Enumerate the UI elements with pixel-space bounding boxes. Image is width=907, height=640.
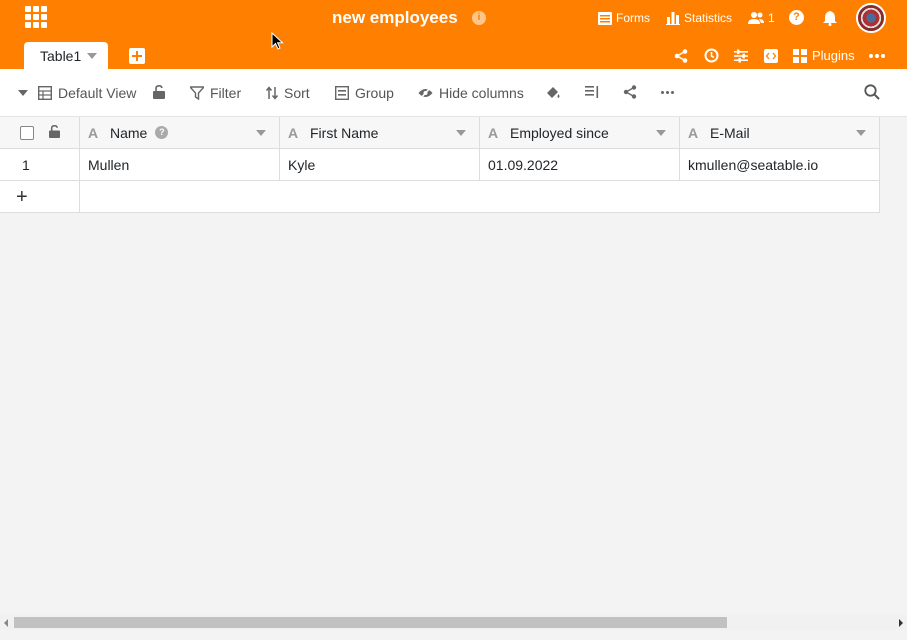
view-toolbar: Default View Filter Sort Group Hide colu…: [0, 69, 907, 117]
chevron-down-icon[interactable]: [856, 130, 866, 136]
add-row[interactable]: +: [0, 181, 880, 213]
data-grid: A Name ? A First Name A Employed since A…: [0, 117, 880, 213]
help-icon[interactable]: ?: [789, 10, 804, 25]
scrollbar-thumb[interactable]: [14, 617, 727, 628]
mouse-cursor-icon: [271, 32, 284, 50]
user-avatar[interactable]: [856, 3, 886, 33]
users-icon: [748, 12, 764, 24]
eye-slash-icon: [418, 86, 433, 100]
settings-sliders-icon[interactable]: [734, 49, 748, 63]
plugins-button[interactable]: Plugins: [793, 48, 855, 63]
row-height-icon[interactable]: [585, 85, 599, 99]
column-header-label: E-Mail: [710, 124, 750, 141]
bar-chart-icon: [666, 12, 680, 25]
filter-button[interactable]: Filter: [190, 85, 241, 101]
select-all-checkbox[interactable]: [20, 126, 34, 140]
column-header-first-name[interactable]: A First Name: [280, 117, 480, 148]
apps-grid-icon[interactable]: [25, 6, 47, 28]
chevron-down-icon[interactable]: [256, 130, 266, 136]
help-icon[interactable]: ?: [155, 126, 169, 139]
column-header-employed-since[interactable]: A Employed since: [480, 117, 680, 148]
group-button[interactable]: Group: [335, 85, 394, 101]
table-cell[interactable]: Kyle: [280, 149, 480, 180]
paint-bucket-icon[interactable]: [546, 85, 561, 100]
text-column-icon: A: [688, 124, 699, 141]
filter-icon: [190, 86, 204, 100]
table-icon: [38, 86, 52, 100]
chevron-down-icon[interactable]: [456, 130, 466, 136]
hide-columns-label: Hide columns: [439, 85, 524, 101]
top-header: new employees i Forms Statistics 1 ? Tab…: [0, 0, 907, 69]
column-header-label: Name: [110, 124, 148, 141]
chevron-down-icon[interactable]: [656, 130, 666, 136]
scroll-left-arrow-icon[interactable]: [4, 619, 8, 627]
info-icon[interactable]: i: [472, 11, 486, 25]
statistics-label: Statistics: [684, 11, 733, 25]
base-title: new employees: [332, 8, 458, 27]
add-row-area[interactable]: [80, 181, 880, 212]
sort-label: Sort: [284, 85, 310, 101]
view-menu-chevron-icon[interactable]: [18, 90, 28, 96]
column-header-name[interactable]: A Name ?: [80, 117, 280, 148]
forms-button[interactable]: Forms: [598, 10, 650, 26]
sort-icon: [266, 86, 278, 100]
hide-columns-button[interactable]: Hide columns: [418, 85, 524, 101]
column-header-email[interactable]: A E-Mail: [680, 117, 880, 148]
table-cell[interactable]: 01.09.2022: [480, 149, 680, 180]
select-all-cell: [0, 117, 80, 148]
row-number: 1: [22, 157, 30, 173]
default-view-button[interactable]: Default View: [38, 85, 136, 101]
text-column-icon: A: [488, 124, 499, 141]
tab-table1[interactable]: Table1: [24, 42, 108, 69]
forms-label: Forms: [616, 11, 650, 25]
share-view-icon[interactable]: [623, 85, 637, 99]
add-row-cell[interactable]: +: [0, 181, 80, 212]
view-label: Default View: [58, 85, 137, 101]
tab-label: Table1: [40, 47, 82, 64]
add-row-icon[interactable]: +: [16, 187, 28, 207]
more-options-icon[interactable]: [869, 54, 885, 58]
share-icon[interactable]: [674, 49, 688, 63]
text-column-icon: A: [288, 124, 299, 141]
scroll-right-arrow-icon[interactable]: [899, 619, 903, 627]
search-icon[interactable]: [864, 84, 880, 100]
history-icon[interactable]: [704, 48, 719, 63]
chevron-down-icon[interactable]: [87, 52, 98, 59]
column-header-label: First Name: [310, 124, 379, 141]
code-icon[interactable]: [764, 49, 778, 63]
text-column-icon: A: [88, 124, 99, 141]
group-label: Group: [355, 85, 394, 101]
collaborators-button[interactable]: 1: [748, 10, 775, 26]
statistics-button[interactable]: Statistics: [666, 10, 732, 26]
collaborators-count: 1: [768, 11, 775, 25]
more-view-options-icon[interactable]: [661, 91, 674, 94]
filter-label: Filter: [210, 85, 242, 101]
lock-open-icon[interactable]: [153, 85, 165, 99]
sort-button[interactable]: Sort: [266, 85, 310, 101]
table-row[interactable]: 1 Mullen Kyle 01.09.2022 kmullen@seatabl…: [0, 149, 880, 181]
header-row: A Name ? A First Name A Employed since A…: [0, 117, 880, 149]
bell-icon[interactable]: [823, 11, 837, 26]
lock-open-icon[interactable]: [49, 125, 60, 138]
table-cell[interactable]: kmullen@seatable.io: [680, 149, 880, 180]
column-header-label: Employed since: [510, 124, 609, 141]
plugins-icon: [793, 48, 807, 63]
horizontal-scrollbar[interactable]: [0, 615, 907, 630]
plugins-label: Plugins: [812, 48, 855, 63]
forms-icon: [598, 11, 612, 25]
table-cell[interactable]: Mullen: [80, 149, 280, 180]
group-icon: [335, 86, 349, 100]
add-table-icon[interactable]: [129, 48, 145, 64]
row-index-cell[interactable]: 1: [0, 149, 80, 180]
